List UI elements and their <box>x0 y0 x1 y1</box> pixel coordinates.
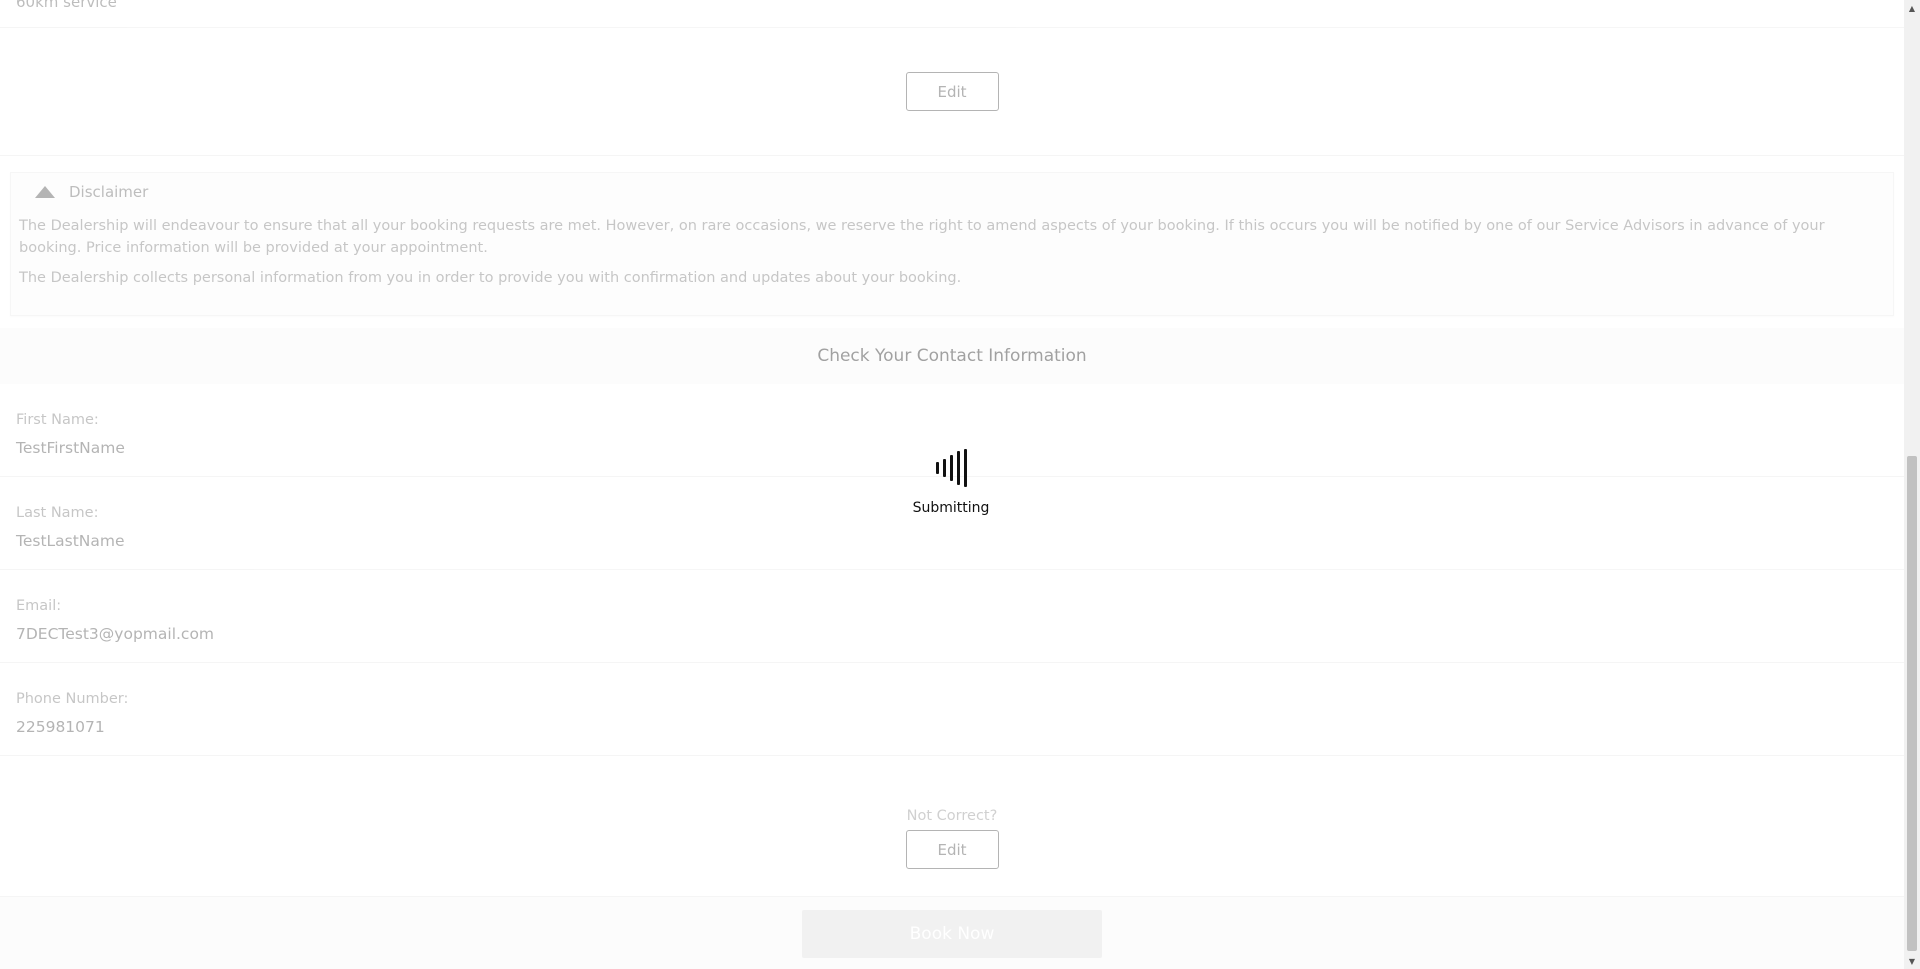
loader-text: Submitting <box>912 500 990 516</box>
field-value: TestLastName <box>16 532 125 550</box>
contact-field-email: Email: 7DECTest3@yopmail.com <box>0 570 1904 663</box>
service-edit-section: Edit <box>0 28 1904 156</box>
disclaimer-toggle[interactable]: Disclaimer <box>19 183 1885 201</box>
contact-field-phone: Phone Number: 225981071 <box>0 663 1904 756</box>
scrollbar-thumb[interactable] <box>1907 456 1917 951</box>
field-label: Email: <box>16 598 62 614</box>
vertical-scrollbar[interactable]: ▲ ▼ <box>1904 0 1920 969</box>
selected-service-row: 60km service <box>0 0 1904 28</box>
disclaimer-paragraph: The Dealership collects personal informa… <box>19 270 962 286</box>
field-value: 225981071 <box>16 718 105 736</box>
scroll-down-arrow-icon[interactable]: ▼ <box>1904 953 1920 969</box>
service-edit-button[interactable]: Edit <box>905 72 999 111</box>
scroll-up-arrow-icon[interactable]: ▲ <box>1904 0 1920 16</box>
contact-section-title: Check Your Contact Information <box>0 328 1904 384</box>
triangle-up-icon <box>35 186 55 198</box>
loading-bars-icon <box>918 448 984 488</box>
contact-edit-section: Not Correct? Edit <box>0 756 1904 897</box>
contact-edit-button[interactable]: Edit <box>905 830 999 869</box>
book-now-bar: Book Now <box>0 897 1904 969</box>
booking-review-page: 60km service Edit Disclaimer The Dealers… <box>0 0 1904 969</box>
selected-service-text: 60km service <box>16 0 117 11</box>
field-value: 7DECTest3@yopmail.com <box>16 625 215 643</box>
disclaimer-paragraph: The Dealership will endeavour to ensure … <box>19 218 1825 256</box>
submitting-loader: Submitting <box>913 448 989 516</box>
field-label: Phone Number: <box>16 691 129 707</box>
not-correct-text: Not Correct? <box>906 808 998 824</box>
disclaimer-title: Disclaimer <box>69 183 149 201</box>
field-label: First Name: <box>16 412 99 428</box>
disclaimer-panel: Disclaimer The Dealership will endeavour… <box>10 172 1894 316</box>
book-now-button[interactable]: Book Now <box>802 910 1102 958</box>
